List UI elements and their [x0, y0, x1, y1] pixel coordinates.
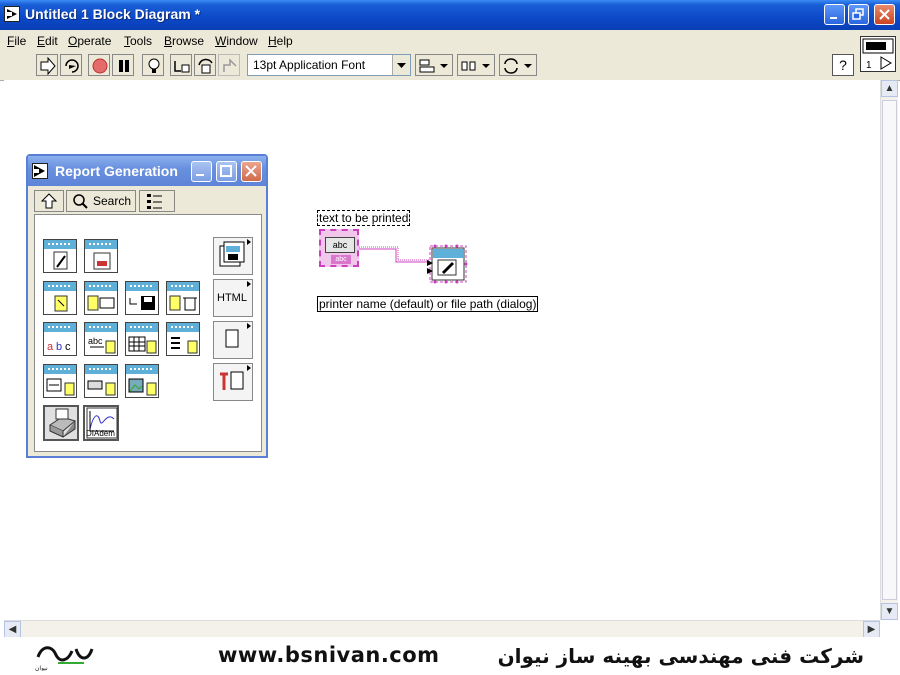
- company-logo: نیوان: [35, 646, 94, 671]
- run-button[interactable]: [36, 54, 58, 76]
- title-bar[interactable]: Untitled 1 Block Diagram *: [0, 0, 900, 30]
- company-name: شرکت فنی مهندسی بهینه ساز نیوان: [497, 644, 864, 668]
- horizontal-scrollbar[interactable]: ◀ ▶: [4, 620, 880, 638]
- vertical-scrollbar[interactable]: ▲ ▼: [880, 80, 898, 620]
- dispose-report-vi-icon[interactable]: [166, 281, 200, 315]
- svg-text:نیوان: نیوان: [35, 665, 48, 671]
- append-text-vi-icon[interactable]: abc: [43, 322, 77, 356]
- connector-pane-number: 1: [866, 60, 872, 71]
- palette-maximize-button[interactable]: [216, 161, 237, 182]
- control-datatype: abc: [331, 255, 351, 264]
- menu-edit[interactable]: Edit: [37, 34, 58, 48]
- restore-button[interactable]: [848, 4, 869, 25]
- svg-text:b: b: [56, 341, 62, 353]
- minimize-button[interactable]: [824, 4, 845, 25]
- string-control-terminal[interactable]: abc abc: [319, 229, 359, 267]
- palette-up-button[interactable]: [34, 190, 64, 212]
- labview-app-icon[interactable]: [4, 6, 20, 22]
- menu-file[interactable]: File: [7, 34, 26, 48]
- scroll-down-icon[interactable]: ▼: [881, 603, 898, 620]
- svg-text:a: a: [47, 341, 54, 353]
- print-report-to-printer-vi-icon[interactable]: [84, 281, 118, 315]
- close-button[interactable]: [874, 4, 895, 25]
- font-select-value: 13pt Application Font: [253, 58, 366, 72]
- print-report-vi-icon[interactable]: [84, 239, 118, 273]
- palette-close-button[interactable]: [241, 161, 262, 182]
- reorder-dropdown[interactable]: [499, 54, 537, 76]
- vi-icon-connector-pane[interactable]: 1: [860, 36, 896, 72]
- append-image-vi-icon[interactable]: [125, 364, 159, 398]
- step-out-icon[interactable]: [218, 54, 240, 76]
- subpalette-report-layout[interactable]: [213, 321, 253, 359]
- chevron-down-icon[interactable]: [392, 55, 410, 75]
- svg-text:abc: abc: [88, 336, 103, 346]
- set-report-font-vi-icon[interactable]: [43, 281, 77, 315]
- subpalette-utilities[interactable]: [213, 363, 253, 401]
- string-wire[interactable]: [358, 240, 433, 270]
- print-report-subvi[interactable]: [426, 242, 468, 284]
- new-report-vi-icon[interactable]: [43, 239, 77, 273]
- step-into-icon[interactable]: [170, 54, 192, 76]
- list-view-icon: [147, 194, 162, 209]
- search-icon: [73, 194, 88, 209]
- step-over-icon[interactable]: [194, 54, 216, 76]
- append-report-text-vi-icon[interactable]: abc: [84, 322, 118, 356]
- diadem-label: DIAdem: [86, 429, 115, 438]
- append-list-vi-icon[interactable]: [166, 322, 200, 356]
- append-front-panel-image-vi-icon[interactable]: [43, 364, 77, 398]
- distribute-objects-dropdown[interactable]: [457, 54, 495, 76]
- context-help-button[interactable]: ?: [832, 54, 854, 76]
- highlight-execution-icon[interactable]: [142, 54, 164, 76]
- html-label: HTML: [217, 292, 247, 304]
- footer-watermark: نیوان www.bsnivan.com شرکت فنی مهندسی به…: [0, 637, 900, 675]
- subpalette-html[interactable]: HTML: [213, 279, 253, 317]
- palette-minimize-button[interactable]: [191, 161, 212, 182]
- website-url: www.bsnivan.com: [218, 643, 440, 667]
- pause-button[interactable]: [112, 54, 134, 76]
- align-objects-dropdown[interactable]: [415, 54, 453, 76]
- palette-title: Report Generation: [55, 163, 178, 179]
- report-generation-palette[interactable]: Report Generation Search a b c abc DIAde…: [26, 154, 268, 458]
- save-report-to-file-vi-icon[interactable]: [125, 281, 159, 315]
- scroll-up-icon[interactable]: ▲: [881, 80, 898, 97]
- menu-tools[interactable]: Tools: [124, 34, 152, 48]
- control-terminal-text: abc: [325, 237, 355, 253]
- append-control-image-vi-icon[interactable]: [84, 364, 118, 398]
- menu-browse[interactable]: Browse: [164, 34, 204, 48]
- scroll-left-icon[interactable]: ◀: [4, 621, 21, 638]
- window-title: Untitled 1 Block Diagram *: [25, 6, 201, 22]
- easy-print-vi-icon[interactable]: [43, 405, 79, 441]
- run-continuously-button[interactable]: [60, 54, 82, 76]
- menu-bar: File Edit Operate Tools Browse Window He…: [0, 30, 900, 52]
- vertical-scroll-thumb[interactable]: [882, 100, 897, 600]
- toolbar: 13pt Application Font ?: [0, 52, 900, 81]
- svg-text:c: c: [65, 341, 71, 353]
- palette-search-button[interactable]: Search: [66, 190, 136, 212]
- diadem-report-vi-icon[interactable]: DIAdem: [83, 405, 119, 441]
- printer-constant-label[interactable]: printer name (default) or file path (dia…: [317, 296, 539, 312]
- font-select[interactable]: 13pt Application Font: [247, 54, 411, 76]
- palette-view-options-button[interactable]: [139, 190, 175, 212]
- palette-app-icon: [32, 163, 48, 179]
- abort-button[interactable]: [88, 54, 110, 76]
- search-label: Search: [93, 194, 132, 208]
- palette-items-grid: abc abc DIAdem HTML: [34, 214, 262, 452]
- append-table-vi-icon[interactable]: [125, 322, 159, 356]
- menu-help[interactable]: Help: [268, 34, 293, 48]
- palette-title-bar[interactable]: Report Generation: [28, 156, 266, 186]
- menu-operate[interactable]: Operate: [68, 34, 111, 48]
- scroll-right-icon[interactable]: ▶: [863, 621, 880, 638]
- arrow-up-icon: [40, 193, 58, 209]
- menu-window[interactable]: Window: [215, 34, 258, 48]
- control-label[interactable]: text to be printed: [317, 210, 411, 226]
- subpalette-advanced-report[interactable]: [213, 237, 253, 275]
